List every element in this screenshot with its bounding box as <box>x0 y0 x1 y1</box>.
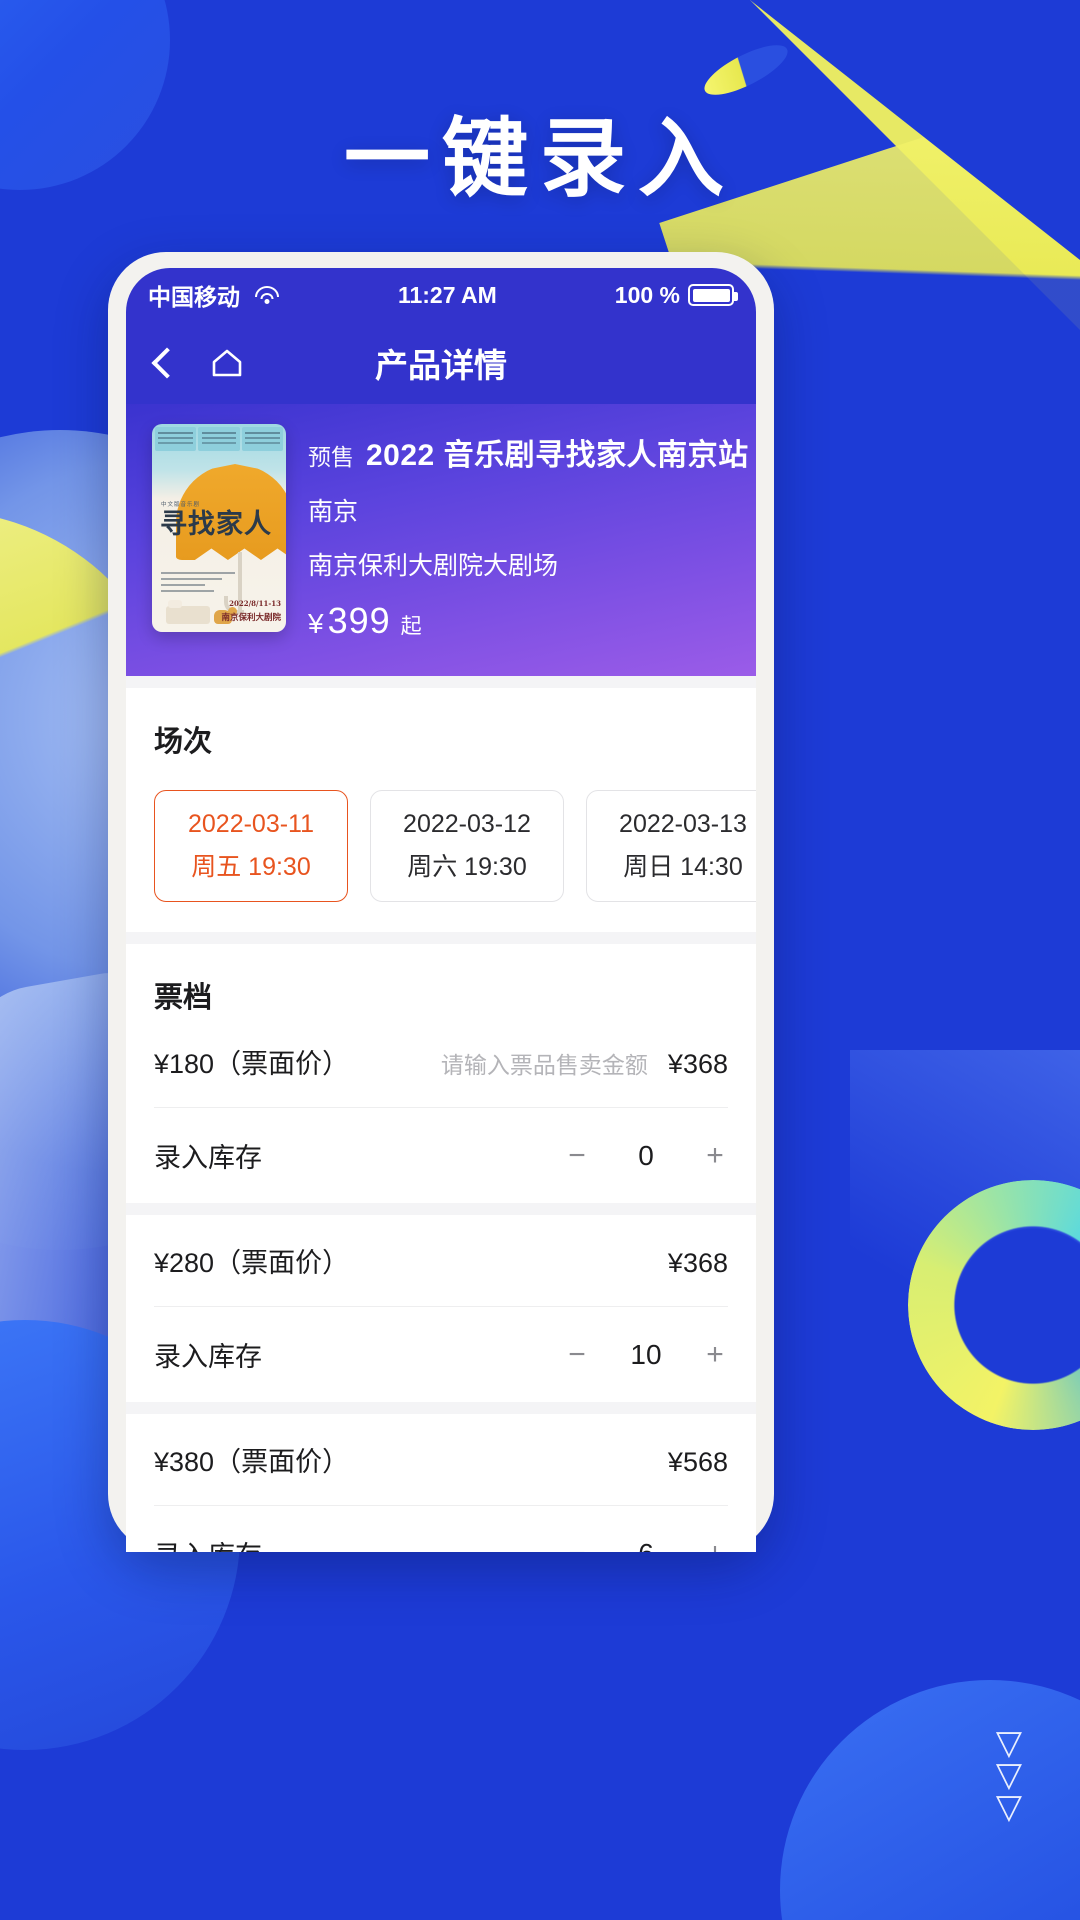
ticket-tiers-section: 票档 ¥180（票面价） 请输入票品售卖金额 ¥368 录入库存 − 0 + ¥… <box>126 944 756 1552</box>
minus-icon[interactable]: − <box>564 1537 590 1553</box>
home-icon[interactable] <box>212 349 242 377</box>
session-card[interactable]: 2022-03-12 周六 19:30 <box>370 790 564 902</box>
minus-icon[interactable]: − <box>564 1338 590 1372</box>
poster-subtitle: 中文版音乐剧 <box>161 502 201 508</box>
status-bar: 中国移动 11:27 AM 100 % <box>126 268 756 322</box>
poster-venue-text: 南京保利大剧院 <box>221 613 281 623</box>
poster-text-lines <box>161 572 235 596</box>
price-value: 399 <box>327 600 391 641</box>
stock-stepper[interactable]: − 0 + <box>564 1139 728 1173</box>
stock-label: 录入库存 <box>154 1342 262 1372</box>
carrier-label: 中国移动 <box>148 284 240 310</box>
chevron-down-icon-1: ▽ <box>995 1724 1022 1762</box>
product-venue: 南京保利大剧院大剧场 <box>308 552 559 580</box>
chevron-left-icon[interactable] <box>152 349 168 377</box>
tier-sell-group[interactable]: ¥568 <box>668 1447 728 1478</box>
price-suffix: 起 <box>400 615 422 638</box>
sell-price-input[interactable]: ¥368 <box>668 1049 728 1080</box>
tier-separator <box>126 1203 756 1215</box>
phone-mockup: 中国移动 11:27 AM 100 % 产品详情 中文版音乐剧 寻找家人 202… <box>108 252 774 1552</box>
sessions-section: 场次 2022-03-11 周五 19:30 2022-03-12 周六 19:… <box>126 688 756 932</box>
clock-label: 11:27 AM <box>397 281 497 308</box>
ticket-tier: ¥380（票面价） ¥568 录入库存 − 6 + <box>154 1414 728 1552</box>
bg-bottom-right-circle <box>780 1680 1080 1920</box>
poster-title: 寻找家人 <box>160 509 272 540</box>
tier-stock-row: 录入库存 − 0 + <box>154 1108 728 1203</box>
product-info: 预售 2022 音乐剧寻找家人南京站 南京 南京保利大剧院大剧场 ¥ 399 起 <box>308 424 748 642</box>
product-poster-image: 中文版音乐剧 寻找家人 2022/8/11-13 南京保利大剧院 <box>152 424 286 632</box>
tier-price-row: ¥380（票面价） ¥568 <box>154 1414 728 1505</box>
stock-label: 录入库存 <box>154 1143 262 1173</box>
session-weektime: 周日 14:30 <box>623 852 743 881</box>
stock-stepper[interactable]: − 6 + <box>564 1537 728 1553</box>
status-bar-right: 100 % <box>614 281 738 309</box>
tier-separator <box>126 1402 756 1414</box>
session-weektime: 周六 19:30 <box>407 852 527 881</box>
product-name: 2022 音乐剧寻找家人南京站 <box>366 439 749 472</box>
status-bar-left: 中国移动 <box>148 278 280 312</box>
tier-sell-group[interactable]: 请输入票品售卖金额 ¥368 <box>441 1046 728 1080</box>
tier-face-price: ¥280（票面价） <box>154 1248 350 1278</box>
tier-price-row: ¥280（票面价） ¥368 <box>154 1215 728 1306</box>
tier-stock-row: 录入库存 − 6 + <box>154 1506 728 1553</box>
nav-bar: 产品详情 <box>126 322 756 404</box>
ticket-tier: ¥280（票面价） ¥368 录入库存 − 10 + <box>154 1215 728 1402</box>
product-price: ¥ 399 起 <box>308 600 730 642</box>
session-card[interactable]: 2022-03-13 周日 14:30 <box>586 790 756 902</box>
sell-price-input[interactable]: ¥368 <box>668 1248 728 1279</box>
product-city: 南京 <box>308 498 359 526</box>
tier-face-price: ¥380（票面价） <box>154 1447 350 1477</box>
nav-bar-icons <box>152 349 242 377</box>
sessions-title: 场次 <box>154 726 213 758</box>
session-weektime: 周五 19:30 <box>191 852 311 881</box>
presale-tag: 预售 <box>308 444 354 470</box>
battery-percent-label: 100 % <box>614 281 680 308</box>
session-date: 2022-03-12 <box>403 809 531 838</box>
stock-value[interactable]: 6 <box>624 1538 668 1553</box>
promo-headline: 一键录入 <box>344 109 736 209</box>
stock-label: 录入库存 <box>154 1534 262 1552</box>
stock-value[interactable]: 10 <box>624 1339 668 1371</box>
tier-stock-row: 录入库存 − 10 + <box>154 1307 728 1402</box>
plus-icon[interactable]: + <box>702 1537 728 1553</box>
session-list[interactable]: 2022-03-11 周五 19:30 2022-03-12 周六 19:30 … <box>154 790 756 902</box>
battery-full-icon <box>688 284 738 306</box>
stock-value[interactable]: 0 <box>624 1140 668 1172</box>
tiers-title: 票档 <box>154 982 213 1014</box>
plus-icon[interactable]: + <box>702 1139 728 1173</box>
stock-stepper[interactable]: − 10 + <box>564 1338 728 1372</box>
product-title-row: 预售 2022 音乐剧寻找家人南京站 <box>308 430 748 474</box>
price-currency: ¥ <box>308 608 324 639</box>
sell-price-input[interactable]: ¥568 <box>668 1447 728 1478</box>
poster-bed-graphic <box>166 600 210 624</box>
chevron-down-icon-3: ▽ <box>995 1788 1022 1826</box>
chevron-down-icon-2: ▽ <box>995 1756 1022 1794</box>
tier-price-row: ¥180（票面价） 请输入票品售卖金额 ¥368 <box>154 1016 728 1107</box>
minus-icon[interactable]: − <box>564 1139 590 1173</box>
tier-face-price: ¥180（票面价） <box>154 1049 350 1079</box>
poster-top-strips <box>152 424 286 454</box>
wifi-icon <box>254 285 280 305</box>
scroll-hint-chevrons: ▽ ▽ ▽ <box>995 1724 1022 1826</box>
product-header: 中文版音乐剧 寻找家人 2022/8/11-13 南京保利大剧院 预售 2022… <box>126 404 756 676</box>
sell-price-placeholder: 请输入票品售卖金额 <box>440 1052 648 1078</box>
plus-icon[interactable]: + <box>702 1338 728 1372</box>
ticket-tier: ¥180（票面价） 请输入票品售卖金额 ¥368 录入库存 − 0 + <box>154 1016 728 1203</box>
session-date: 2022-03-13 <box>619 809 747 838</box>
session-card[interactable]: 2022-03-11 周五 19:30 <box>154 790 348 902</box>
poster-date-text: 2022/8/11-13 <box>229 599 281 608</box>
tier-sell-group[interactable]: ¥368 <box>668 1248 728 1279</box>
session-date: 2022-03-11 <box>187 809 315 838</box>
phone-screen: 中国移动 11:27 AM 100 % 产品详情 中文版音乐剧 寻找家人 202… <box>126 268 756 1552</box>
